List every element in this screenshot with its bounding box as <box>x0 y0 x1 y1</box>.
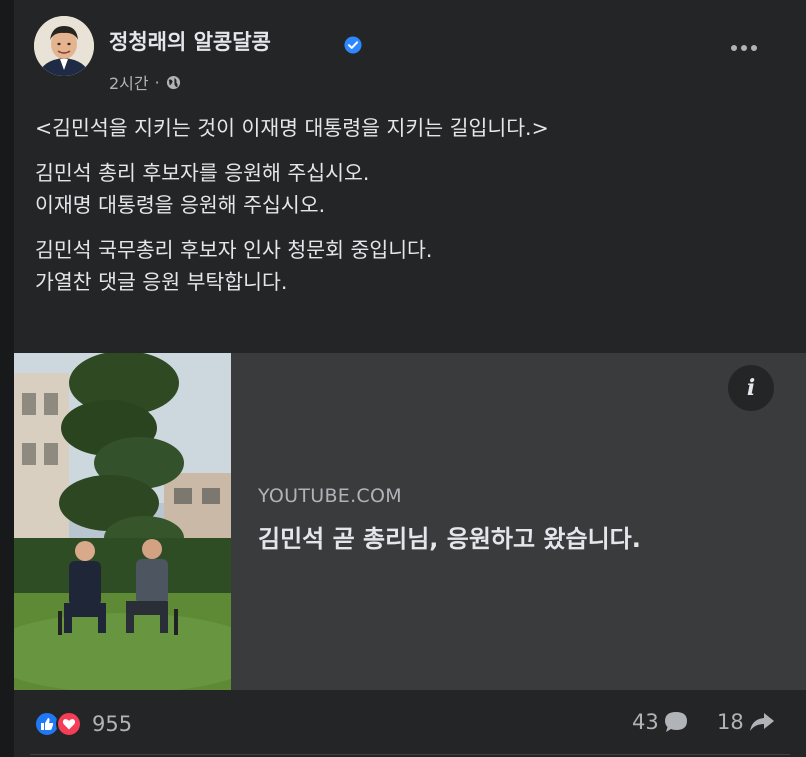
link-preview[interactable]: i YOUTUBE.COM 김민석 곧 총리님, 응원하고 왔습니다. <box>14 353 806 690</box>
post-time[interactable]: 2시간 <box>109 70 149 94</box>
comments-count: 43 <box>632 710 659 734</box>
post-paragraph: <김민석을 지키는 것이 이재명 대통령을 지키는 길입니다.> <box>35 112 795 144</box>
post-body: <김민석을 지키는 것이 이재명 대통령을 지키는 길입니다.> 김민석 총리 … <box>35 112 795 311</box>
comment-icon <box>664 712 687 732</box>
post-footer: 955 43 18 <box>14 700 806 750</box>
meta-separator: · <box>154 72 160 92</box>
reactions-summary[interactable]: 955 <box>34 711 132 737</box>
link-info[interactable]: YOUTUBE.COM 김민석 곧 총리님, 응원하고 왔습니다. <box>258 485 641 554</box>
globe-icon <box>166 75 180 89</box>
post-meta: 2시간 · <box>109 70 181 94</box>
post-line: 김민석 국무총리 후보자 인사 청문회 중입니다. <box>35 238 433 262</box>
author-avatar[interactable] <box>34 16 94 76</box>
link-domain: YOUTUBE.COM <box>258 485 402 507</box>
comments-count-button[interactable]: 43 <box>632 710 689 734</box>
info-button[interactable]: i <box>728 365 774 411</box>
more-dots-icon <box>731 45 757 51</box>
video-thumbnail[interactable] <box>14 353 231 690</box>
love-icon <box>56 711 82 737</box>
verified-badge-icon <box>344 36 362 54</box>
post-line: 가열찬 댓글 응원 부탁합니다. <box>35 270 288 294</box>
footer-divider <box>30 754 790 755</box>
post-line: <김민석을 지키는 것이 이재명 대통령을 지키는 길입니다.> <box>35 116 549 140</box>
reaction-count: 955 <box>92 712 133 736</box>
author-name[interactable]: 정청래의 알콩달콩 <box>109 26 271 56</box>
post-paragraph: 김민석 국무총리 후보자 인사 청문회 중입니다. 가열찬 댓글 응원 부탁합니… <box>35 234 795 298</box>
more-options-button[interactable] <box>719 28 769 68</box>
post-header: 정청래의 알콩달콩 2시간 · <box>14 0 806 100</box>
post-paragraph: 김민석 총리 후보자를 응원해 주십시오. 이재명 대통령을 응원해 주십시오. <box>35 157 795 221</box>
post-line: 김민석 총리 후보자를 응원해 주십시오. <box>35 161 370 185</box>
shares-count-button[interactable]: 18 <box>717 710 776 734</box>
info-icon: i <box>746 375 756 401</box>
shares-count: 18 <box>717 710 744 734</box>
post-card: 정청래의 알콩달콩 2시간 · <김민석을 지키는 것이 이재명 대통령을 지키… <box>14 0 806 757</box>
link-title[interactable]: 김민석 곧 총리님, 응원하고 왔습니다. <box>258 519 641 554</box>
post-line: 이재명 대통령을 응원해 주십시오. <box>35 193 326 217</box>
share-icon <box>749 713 774 731</box>
avatar-portrait <box>34 16 94 76</box>
